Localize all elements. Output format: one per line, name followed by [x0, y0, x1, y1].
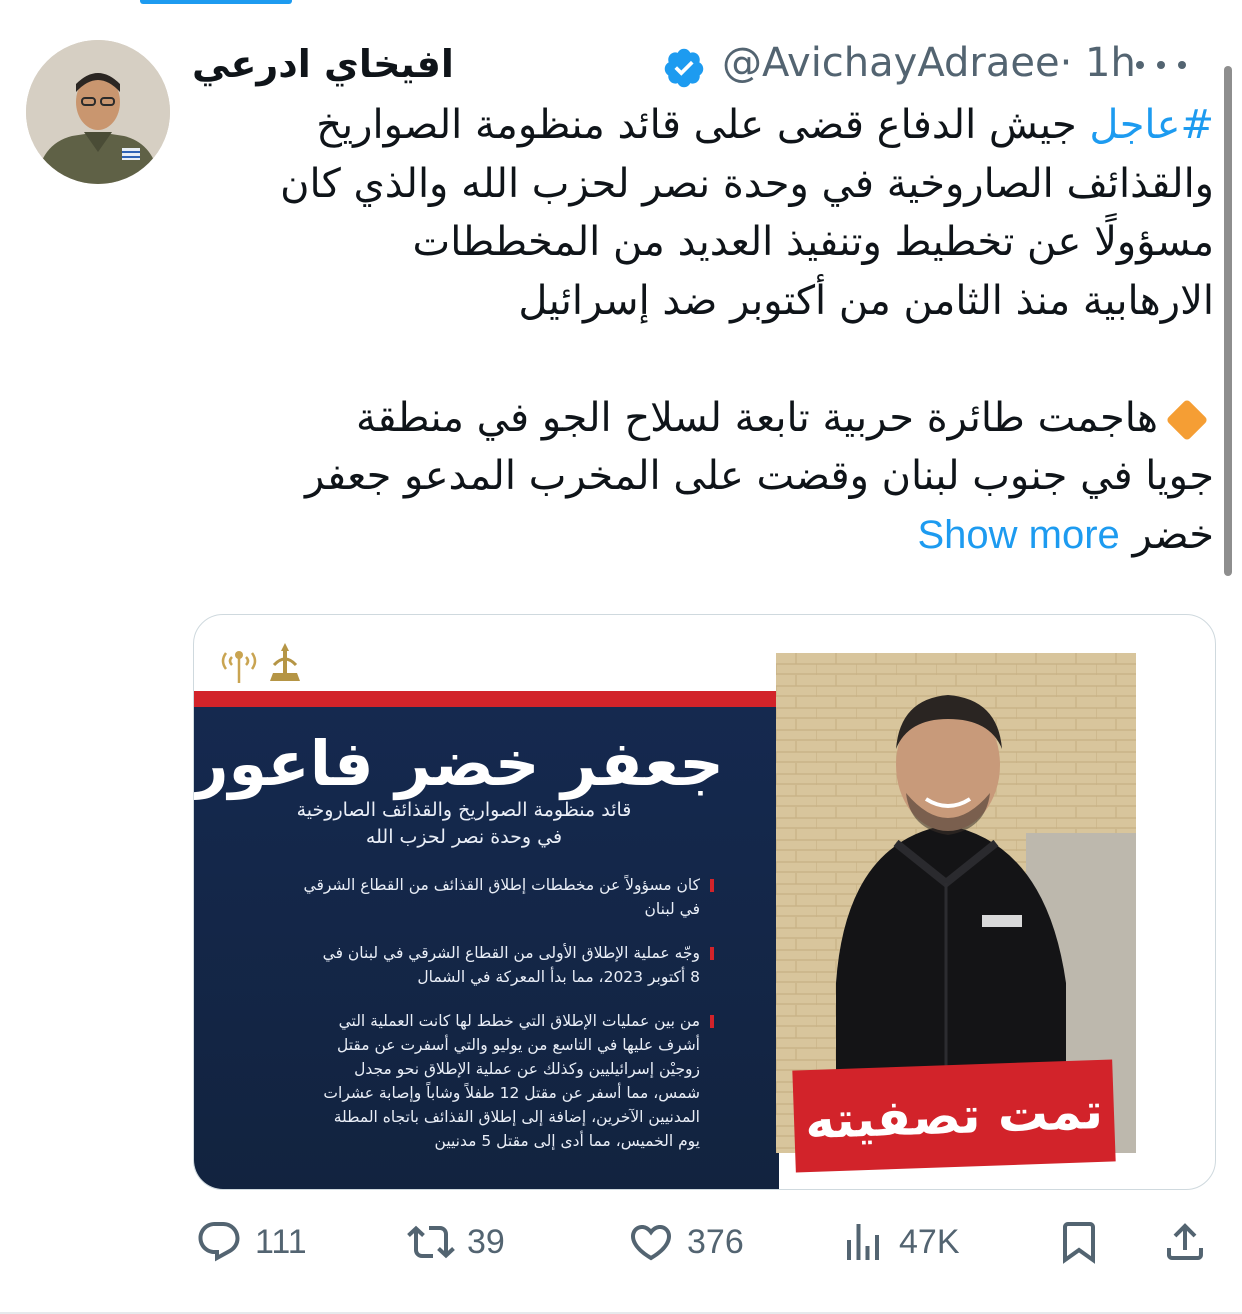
card-subtitle: قائد منظومة الصواريخ والقذائف الصاروخية …	[234, 797, 694, 851]
tweet-line: جيش الدفاع قضى على قائد منظومة الصواريخ	[316, 102, 1090, 148]
tweet-image[interactable]: جعفر خضر فاعور قائد منظومة الصواريخ والق…	[193, 614, 1216, 1190]
tweet-line: هاجمت طائرة حربية تابعة لسلاح الجو في من…	[355, 394, 1158, 441]
card-bullet: كان مسؤولاً عن مخططات إطلاق القذائف من ا…	[224, 873, 714, 921]
share-button[interactable]	[1161, 1212, 1209, 1272]
bookmark-button[interactable]	[1055, 1212, 1103, 1272]
card-subtitle-line: قائد منظومة الصواريخ والقذائف الصاروخية	[296, 799, 632, 821]
reply-button[interactable]: 111	[195, 1212, 307, 1272]
bookmark-icon	[1063, 1222, 1095, 1264]
like-count: 376	[687, 1222, 744, 1261]
avatar[interactable]	[26, 40, 170, 184]
retweet-count: 39	[467, 1222, 505, 1261]
more-icon[interactable]	[1136, 50, 1186, 80]
tweet-line: مسؤولًا عن تخطيط وتنفيذ العديد من المخطط…	[412, 219, 1214, 265]
handle-and-time[interactable]: @AvichayAdraee· 1h	[722, 40, 1136, 86]
views-count: 47K	[899, 1222, 960, 1261]
reply-count: 111	[255, 1222, 307, 1261]
views-button[interactable]: 47K	[839, 1212, 960, 1272]
card-bullet: وجّه عملية الإطلاق الأولى من القطاع الشر…	[224, 941, 714, 989]
timestamp[interactable]: · 1h	[1060, 40, 1136, 86]
verified-badge-icon	[664, 48, 704, 88]
show-more-link[interactable]: Show more	[917, 513, 1119, 557]
tweet-text: #عاجل جيش الدفاع قضى على قائد منظومة الص…	[190, 96, 1214, 564]
eliminated-stamp: تمت تصفيته	[792, 1059, 1116, 1173]
card-subtitle-line: في وحدة نصر لحزب الله	[365, 826, 563, 848]
action-bar: 111 39 376 47K	[193, 1212, 1218, 1272]
unit-logo-icon	[221, 643, 300, 683]
scrollbar[interactable]	[1224, 66, 1232, 576]
display-name[interactable]: افيخاي ادرعي	[192, 42, 454, 86]
card-bullet: من بين عمليات الإطلاق التي خطط لها كانت …	[224, 1009, 714, 1153]
like-button[interactable]: 376	[627, 1212, 744, 1272]
tweet-header: افيخاي ادرعي @AvichayAdraee· 1h	[190, 36, 1204, 96]
top-indicator	[140, 0, 292, 4]
tweet-line: خضر	[1132, 511, 1214, 558]
retweet-button[interactable]: 39	[407, 1212, 505, 1272]
hashtag-link[interactable]: #عاجل	[1089, 102, 1214, 148]
heart-icon	[630, 1225, 672, 1261]
orange-diamond-icon	[1165, 398, 1209, 441]
share-icon	[1167, 1223, 1203, 1260]
card-title: جعفر خضر فاعور	[193, 727, 724, 800]
tweet-line: جويا في جنوب لبنان وقضت على المخرب المدع…	[304, 453, 1214, 499]
views-icon	[847, 1224, 879, 1260]
tweet-line: الارهابية منذ الثامن من أكتوبر ضد إسرائي…	[518, 277, 1214, 324]
card-bullets: كان مسؤولاً عن مخططات إطلاق القذائف من ا…	[224, 873, 714, 1173]
handle[interactable]: @AvichayAdraee	[722, 40, 1060, 86]
reply-icon	[198, 1222, 240, 1262]
retweet-icon	[407, 1225, 455, 1259]
tweet-line: والقذائف الصاروخية في وحدة نصر لحزب الله…	[280, 160, 1214, 207]
card-red-band	[194, 691, 779, 707]
